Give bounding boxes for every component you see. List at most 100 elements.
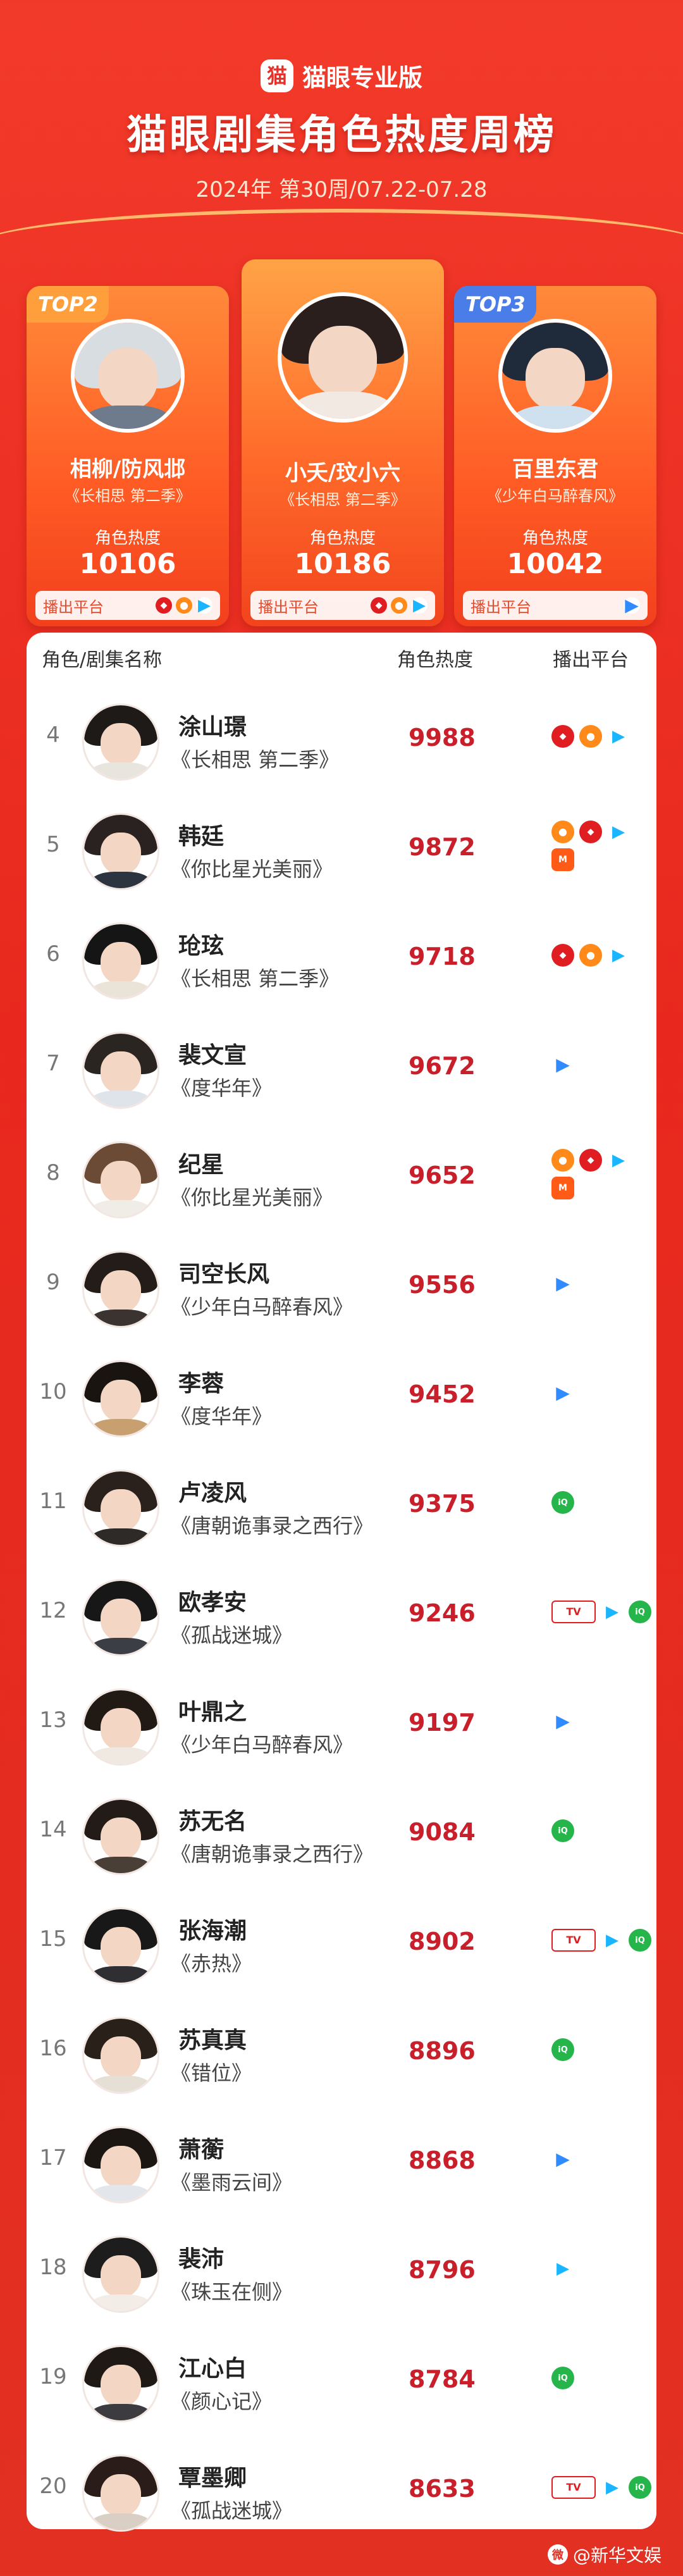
rank-number: 9 — [46, 1270, 60, 1295]
rank-number: 14 — [39, 1817, 67, 1842]
mgtv-icon: M — [551, 848, 574, 871]
character-name: 裴文宣 — [178, 1043, 247, 1068]
iqiyi-icon: iQ — [629, 1601, 651, 1623]
character-name: 小夭/玟小六 — [285, 461, 401, 486]
table-row[interactable]: 9 司空长风 《少年白马醉春风》 9556 ▶ — [27, 1233, 656, 1342]
heat-value: 9452 — [409, 1380, 476, 1408]
avatar — [82, 1579, 159, 1656]
heat-value: 10106 — [79, 548, 176, 580]
heat-value: 8796 — [409, 2256, 476, 2284]
youku-icon: ▶ — [607, 820, 630, 843]
table-row[interactable]: 11 卢凌风 《唐朝诡事录之西行》 9375 iQ — [27, 1452, 656, 1561]
heat-label: 角色热度 — [94, 529, 161, 548]
cctv-icon: ◆ — [579, 820, 602, 843]
table-row[interactable]: 20 覃墨卿 《孤战迷城》 8633 TV ▶ iQ — [27, 2437, 656, 2546]
drama-title: 《你比星光美丽》 — [171, 1186, 333, 1210]
avatar — [278, 292, 408, 423]
avatar — [82, 922, 159, 1000]
heat-value: 9652 — [409, 1161, 476, 1189]
drama-title: 《长相思 第二季》 — [280, 491, 406, 509]
table-row[interactable]: 15 张海潮 《赤热》 8902 TV ▶ iQ — [27, 1890, 656, 1999]
tencent-icon: ▶ — [551, 2148, 574, 2170]
character-name: 欧孝安 — [178, 1590, 247, 1616]
character-name: 张海潮 — [178, 1918, 247, 1944]
table-row[interactable]: 13 叶鼎之 《少年白马醉春风》 9197 ▶ — [27, 1671, 656, 1780]
iqiyi-icon: iQ — [551, 2038, 574, 2061]
heat-value: 9872 — [409, 833, 476, 861]
heat-value: 9672 — [409, 1052, 476, 1080]
avatar — [82, 1798, 159, 1875]
youku-icon: ▶ — [607, 1149, 630, 1172]
cctv-icon: ◆ — [371, 597, 387, 614]
table-row[interactable]: 12 欧孝安 《孤战迷城》 9246 TV ▶ iQ — [27, 1561, 656, 1671]
avatar — [82, 2236, 159, 2313]
platform-icons: ▶ — [624, 597, 640, 614]
character-name: 相柳/防风邶 — [70, 457, 186, 482]
table-row[interactable]: 18 裴沛 《珠玉在侧》 8796 ▶ — [27, 2218, 656, 2327]
heat-value: 9246 — [409, 1599, 476, 1627]
table-row[interactable]: 19 江心白 《颜心记》 8784 iQ — [27, 2327, 656, 2437]
iqiyi-icon: iQ — [551, 2367, 574, 2389]
list-header: 角色/剧集名称 角色热度 播出平台 — [27, 633, 656, 683]
top2-card[interactable]: TOP2 相柳/防风邶 《长相思 第二季》 角色热度 10106 播出平台 ◆ … — [27, 286, 229, 626]
platform-bar: 播出平台 ◆ ● ▶ — [250, 591, 435, 620]
avatar — [82, 1360, 159, 1437]
weibo-icon: 微 — [547, 2544, 568, 2565]
rank-number: 16 — [39, 2036, 67, 2061]
table-row[interactable]: 6 玱玹 《长相思 第二季》 9718 ◆ ● ▶ — [27, 905, 656, 1014]
character-name: 江心白 — [178, 2356, 247, 2382]
top3-card[interactable]: TOP3 百里东君 《少年白马醉春风》 角色热度 10042 播出平台 ▶ — [454, 286, 656, 626]
tv-station-icon: TV — [551, 1929, 596, 1952]
credit-text: @新华文娱 — [572, 2545, 661, 2566]
drama-title: 《长相思 第二季》 — [65, 487, 191, 505]
character-name: 裴沛 — [178, 2246, 225, 2272]
platform-icons: ● ◆ ▶ M — [551, 1149, 653, 1199]
header: 猫 猫眼专业版 猫眼剧集角色热度周榜 2024年 第30周/07.22-07.2… — [0, 0, 683, 240]
rank-number: 5 — [46, 832, 60, 857]
top1-card[interactable]: 小夭/玟小六 《长相思 第二季》 角色热度 10186 播出平台 ◆ ● ▶ — [242, 259, 444, 626]
drama-title: 《少年白马醉春风》 — [171, 1733, 354, 1757]
table-row[interactable]: 5 韩廷 《你比星光美丽》 9872 ● ◆ ▶ M — [27, 795, 656, 905]
avatar — [82, 2455, 159, 2532]
table-row[interactable]: 16 苏真真 《错位》 8896 iQ — [27, 1999, 656, 2108]
mgtv-icon: M — [551, 1177, 574, 1199]
maoyan-logo-char: 猫 — [266, 63, 287, 88]
tencent-icon: ▶ — [551, 1710, 574, 1733]
heat-value: 8868 — [409, 2146, 476, 2174]
tencent-icon: ▶ — [624, 597, 640, 614]
avatar — [82, 1141, 159, 1218]
table-row[interactable]: 14 苏无名 《唐朝诡事录之西行》 9084 iQ — [27, 1780, 656, 1890]
table-row[interactable]: 10 李蓉 《度华年》 9452 ▶ — [27, 1342, 656, 1452]
table-row[interactable]: 4 涂山璟 《长相思 第二季》 9988 ◆ ● ▶ — [27, 686, 656, 795]
table-row[interactable]: 7 裴文宣 《度华年》 9672 ▶ — [27, 1014, 656, 1124]
character-name: 李蓉 — [178, 1371, 225, 1397]
drama-title: 《长相思 第二季》 — [171, 748, 340, 772]
drama-title: 《唐朝诡事录之西行》 — [171, 1842, 374, 1866]
heat-value: 9375 — [409, 1490, 476, 1518]
platform-icons: iQ — [551, 2038, 653, 2061]
column-header-name: 角色/剧集名称 — [42, 649, 163, 671]
rank-number: 17 — [39, 2145, 67, 2170]
drama-title: 《孤战迷城》 — [171, 1623, 293, 1647]
rank-number: 8 — [46, 1160, 60, 1186]
platform-icons: ▶ — [551, 1272, 653, 1295]
heat-label: 角色热度 — [309, 529, 376, 548]
rank-number: 7 — [46, 1051, 60, 1076]
table-row[interactable]: 17 萧蘅 《墨雨云间》 8868 ▶ — [27, 2108, 656, 2218]
heat-value: 9197 — [409, 1709, 476, 1737]
heat-value: 10042 — [507, 548, 604, 580]
footer-credit: 微 @新华文娱 — [547, 2542, 661, 2567]
platform-icons: ▶ — [551, 1053, 653, 1076]
avatar — [82, 2017, 159, 2094]
platform-icons: iQ — [551, 1491, 653, 1514]
platform-icons: ◆ ● ▶ — [551, 944, 653, 967]
platform-icons: TV ▶ iQ — [551, 2476, 653, 2499]
avatar — [498, 319, 612, 433]
platform-icons: iQ — [551, 2367, 653, 2389]
table-row[interactable]: 8 纪星 《你比星光美丽》 9652 ● ◆ ▶ M — [27, 1124, 656, 1233]
drama-title: 《错位》 — [171, 2061, 252, 2085]
mango-icon: ● — [391, 597, 407, 614]
platform-icons: ◆ ● ▶ — [371, 597, 428, 614]
rank-number: 12 — [39, 1598, 67, 1623]
column-header-platform: 播出平台 — [553, 649, 629, 671]
